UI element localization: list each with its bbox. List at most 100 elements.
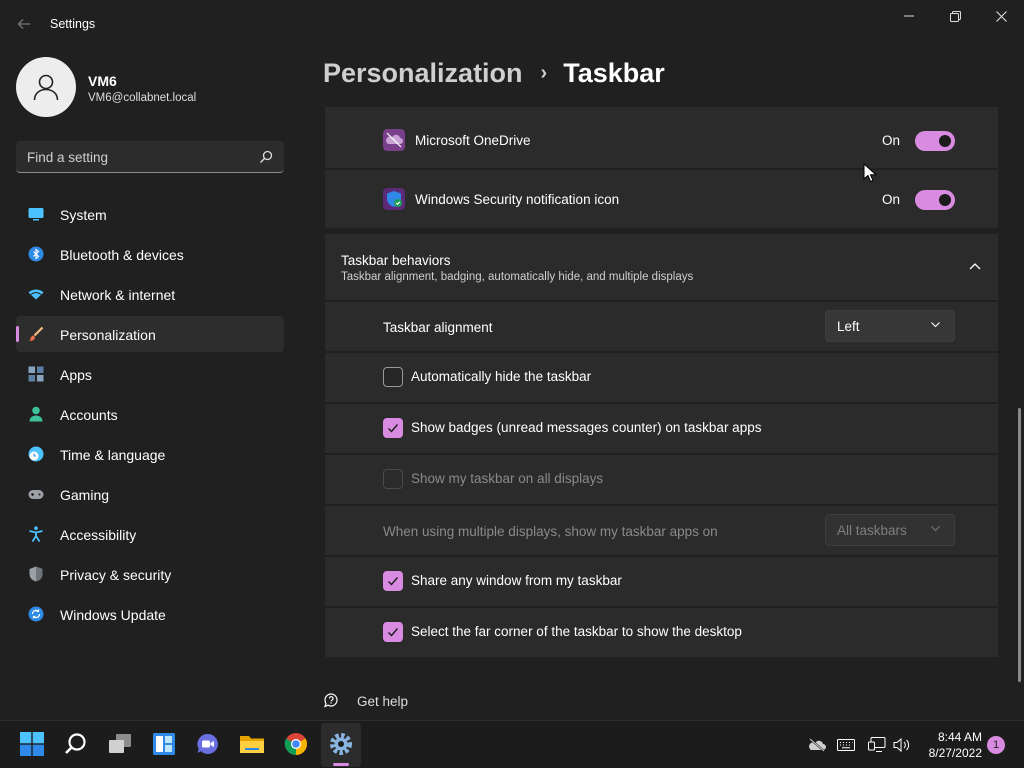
chrome-icon (284, 733, 307, 755)
search-icon (65, 733, 86, 754)
user-name: VM6 (88, 73, 117, 89)
sidebar-item-label: System (60, 207, 107, 223)
share-window-checkbox[interactable] (383, 571, 403, 591)
taskbar-alignment-row: Taskbar alignment Left (325, 302, 998, 351)
person-icon (33, 74, 59, 101)
sidebar-item-accounts[interactable]: Accounts (16, 396, 284, 432)
search-input[interactable]: Find a setting (16, 141, 284, 173)
sidebar-item-accessibility[interactable]: Accessibility (16, 516, 284, 552)
sidebar-item-system[interactable]: System (16, 196, 284, 232)
search-placeholder: Find a setting (27, 150, 109, 165)
person-icon (29, 406, 43, 422)
help-chat-icon (323, 693, 338, 708)
start-button[interactable] (19, 731, 45, 757)
section-title: Taskbar behaviors (341, 253, 451, 268)
settings-app-button[interactable] (328, 731, 354, 757)
settings-icon (330, 733, 352, 755)
onedrive-label: Microsoft OneDrive (415, 133, 531, 148)
keyboard-tray-button[interactable] (837, 736, 855, 754)
avatar[interactable] (16, 57, 76, 117)
get-help-link[interactable]: Get help (323, 690, 408, 712)
toggle-knob (939, 194, 951, 206)
security-toggle[interactable] (915, 190, 955, 210)
badges-row: Show badges (unread messages counter) on… (325, 404, 998, 453)
sidebar-nav: System Bluetooth & devices Network & int… (16, 196, 284, 636)
user-email: VM6@collabnet.local (88, 92, 197, 104)
minimize-button[interactable] (886, 0, 932, 32)
sidebar-item-label: Bluetooth & devices (60, 247, 184, 263)
windows-security-icon (383, 188, 405, 210)
far-corner-row: Select the far corner of the taskbar to … (325, 608, 998, 657)
sidebar-item-personalization[interactable]: Personalization (16, 316, 284, 352)
sidebar-item-privacy-security[interactable]: Privacy & security (16, 556, 284, 592)
onedrive-toggle[interactable] (915, 131, 955, 151)
back-button[interactable] (10, 10, 38, 38)
start-icon (20, 732, 44, 756)
onedrive-row: Microsoft OneDrive On (325, 107, 998, 168)
widgets-button[interactable] (151, 731, 177, 757)
checkmark-icon (388, 628, 399, 637)
breadcrumb-parent[interactable]: Personalization (323, 58, 523, 89)
security-toggle-state: On (882, 192, 901, 207)
sidebar-item-apps[interactable]: Apps (16, 356, 284, 392)
autohide-checkbox[interactable] (383, 367, 403, 387)
taskbar: 8:44 AM 8/27/2022 1 (0, 720, 1024, 768)
scrollbar[interactable] (1018, 408, 1021, 682)
sidebar-item-gaming[interactable]: Gaming (16, 476, 284, 512)
chrome-button[interactable] (283, 731, 309, 757)
badges-checkbox[interactable] (383, 418, 403, 438)
far-corner-checkbox[interactable] (383, 622, 403, 642)
clock-time[interactable]: 8:44 AM (920, 730, 982, 744)
shield-icon (29, 566, 43, 582)
chat-button[interactable] (195, 731, 221, 757)
mouse-cursor-icon (863, 163, 877, 183)
taskbar-alignment-dropdown[interactable]: Left (825, 310, 955, 342)
sidebar-item-label: Windows Update (60, 607, 166, 623)
system-icon (28, 208, 44, 221)
chevron-up-icon[interactable] (969, 262, 981, 270)
multi-display-row: When using multiple displays, show my ta… (325, 506, 998, 555)
brush-icon (28, 326, 44, 341)
task-view-button[interactable] (107, 731, 133, 757)
notification-badge[interactable]: 1 (987, 736, 1005, 754)
file-explorer-button[interactable] (239, 731, 265, 757)
onedrive-toggle-state: On (882, 133, 901, 148)
sidebar-item-label: Apps (60, 367, 92, 383)
taskbar-search-button[interactable] (63, 731, 89, 757)
sidebar-item-label: Time & language (60, 447, 166, 463)
file-explorer-icon (240, 736, 264, 753)
volume-tray-button[interactable] (893, 736, 911, 754)
security-label: Windows Security notification icon (415, 192, 620, 207)
app-title: Settings (50, 17, 96, 31)
all-displays-label: Show my taskbar on all displays (411, 471, 604, 486)
chevron-down-icon (931, 526, 940, 532)
checkmark-icon (388, 424, 399, 433)
sidebar-item-network[interactable]: Network & internet (16, 276, 284, 312)
minimize-icon (904, 15, 914, 17)
update-icon (28, 606, 44, 622)
sidebar-item-bluetooth[interactable]: Bluetooth & devices (16, 236, 284, 272)
taskbar-behaviors-header[interactable]: Taskbar behaviors Taskbar alignment, bad… (325, 234, 998, 300)
active-app-indicator (333, 763, 349, 766)
sidebar-item-label: Privacy & security (60, 567, 172, 583)
section-subtitle: Taskbar alignment, badging, automaticall… (341, 271, 694, 283)
get-help-label: Get help (357, 694, 409, 709)
back-arrow-icon (17, 19, 30, 29)
clock-date[interactable]: 8/27/2022 (916, 746, 982, 760)
keyboard-icon (837, 739, 855, 751)
restore-button[interactable] (932, 0, 978, 32)
share-window-label: Share any window from my taskbar (411, 573, 622, 588)
sidebar-item-label: Gaming (60, 487, 110, 503)
sidebar-item-time-language[interactable]: Time & language (16, 436, 284, 472)
chat-icon (197, 733, 218, 754)
multi-display-label: When using multiple displays, show my ta… (383, 524, 718, 539)
onedrive-tray-button[interactable] (808, 736, 826, 754)
sidebar-item-label: Network & internet (60, 287, 176, 303)
all-displays-row: Show my taskbar on all displays (325, 455, 998, 504)
dropdown-value: Left (837, 319, 860, 334)
network-tray-button[interactable] (868, 736, 886, 754)
sidebar-item-windows-update[interactable]: Windows Update (16, 596, 284, 632)
clock-globe-icon (28, 446, 44, 462)
close-button[interactable] (978, 0, 1024, 32)
onedrive-icon (383, 129, 405, 151)
